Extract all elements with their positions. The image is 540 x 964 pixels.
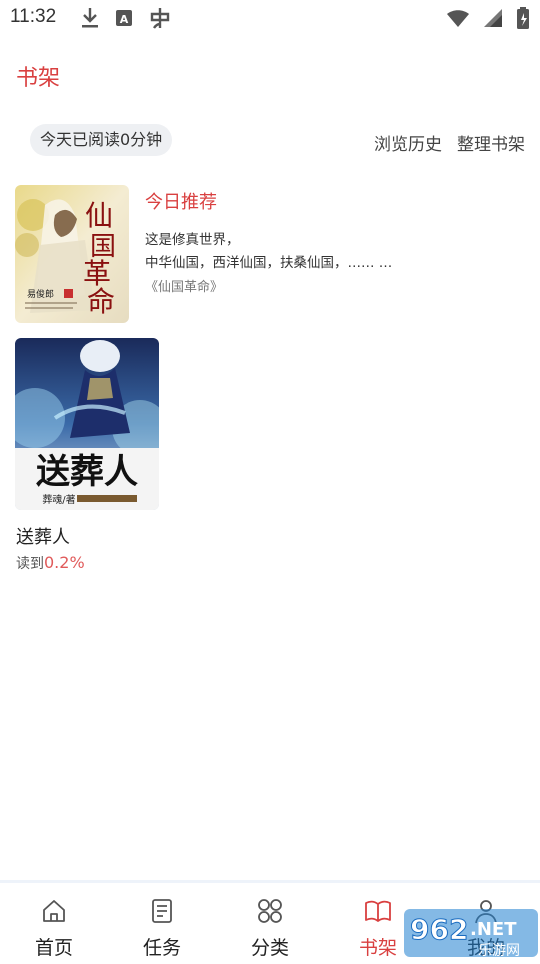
recommendation-description[interactable]: 这是修真世界， 中华仙国，西洋仙国，扶桑仙国，…… … [145,229,405,275]
browse-history-link[interactable]: 浏览历史 [374,130,442,155]
nav-categories[interactable]: 分类 [216,883,324,963]
watermark-site-name: 乐游网 [478,943,520,959]
site-watermark: 962 .NET 乐游网 [402,905,540,960]
bug-icon [148,6,172,34]
category-grid-icon [256,897,284,925]
status-time: 11:32 [10,6,57,27]
shelf-book-cover[interactable]: 送葬人 葬魂/著 [15,338,159,510]
shelf-cover-title: 送葬人 [36,452,138,492]
status-left-icons: A [80,6,172,34]
battery-icon [516,6,530,34]
nav-categories-label: 分类 [250,937,289,959]
recommendation-book-name: 《仙国革命》 [145,280,224,295]
open-book-icon [364,897,392,925]
svg-text:A: A [120,13,129,26]
recommended-cover-title-char4: 命 [87,285,115,318]
organize-shelf-link[interactable]: 整理书架 [457,130,525,155]
watermark-domain: .NET [470,919,517,940]
nav-home-label: 首页 [34,937,73,959]
recommended-cover-author: 易俊郎 [27,288,54,300]
nav-tasks[interactable]: 任务 [108,883,216,963]
font-icon: A [114,8,134,32]
nav-home[interactable]: 首页 [0,883,108,963]
wifi-icon [446,7,470,33]
nav-tasks-label: 任务 [142,937,181,959]
recommended-cover-title-char1: 仙 [85,199,113,232]
recommendation-description-line2: 中华仙国，西洋仙国，扶桑仙国，…… … [145,255,393,271]
recommendation-description-line1: 这是修真世界， [145,232,240,248]
signal-icon [482,7,504,33]
page-title: 书架 [16,66,61,91]
home-icon [40,897,68,925]
shelf-cover-author: 葬魂/著 [42,493,75,506]
status-bar: 11:32 A [0,0,540,38]
recommendation-heading: 今日推荐 [145,192,217,213]
shelf-book-progress: 读到0.2% [16,553,85,573]
shelf-book-title[interactable]: 送葬人 [16,523,70,549]
task-list-icon [148,897,176,925]
reading-time-badge: 今天已阅读0分钟 [30,124,173,156]
progress-value: 0.2% [44,553,85,572]
status-right-icons [446,6,530,34]
progress-prefix: 读到 [16,556,44,572]
download-icon [80,6,100,34]
recommended-book-cover[interactable]: 仙 国 革 命 易俊郎 [15,185,129,323]
watermark-number: 962 [410,913,468,946]
